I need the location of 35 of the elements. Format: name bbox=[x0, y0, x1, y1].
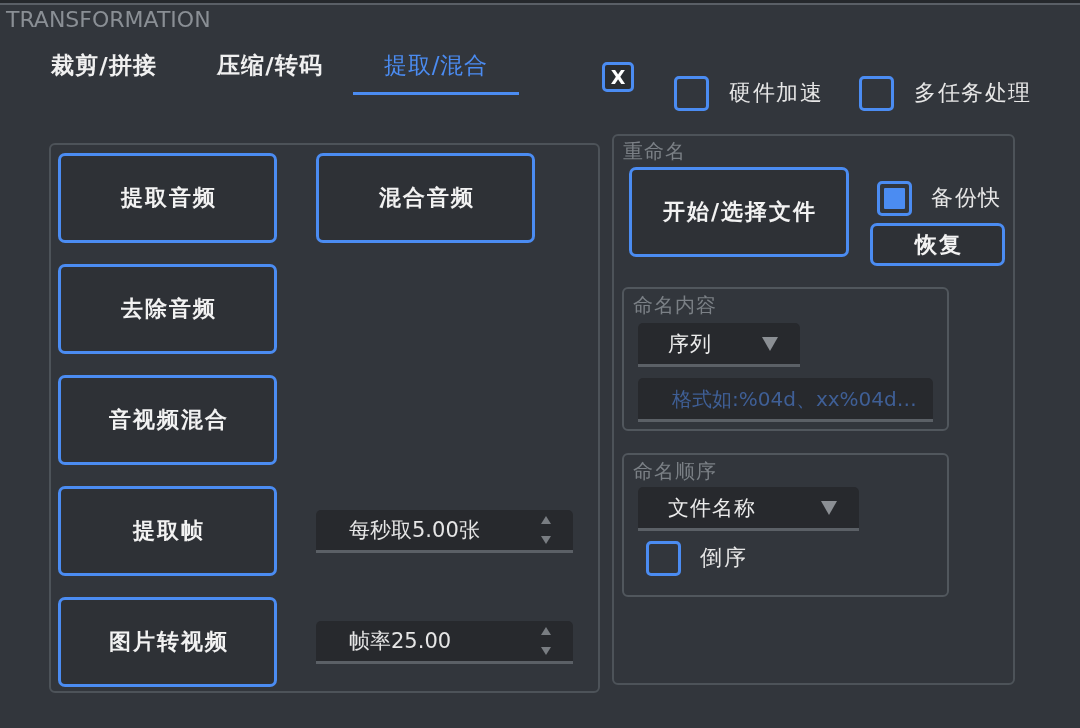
group-title: 命名顺序 bbox=[633, 458, 717, 484]
group-title: 重命名 bbox=[623, 138, 686, 164]
action-button[interactable]: 去除音频 bbox=[58, 264, 277, 354]
text-field[interactable]: 格式如:%04d、xx%04d… bbox=[638, 378, 933, 422]
checkbox-label: 备份快 bbox=[931, 185, 1002, 212]
spin-down-icon bbox=[541, 646, 551, 655]
dropdown[interactable]: 文件名称 bbox=[638, 487, 859, 531]
spin-up-icon bbox=[541, 626, 551, 635]
tab[interactable]: 裁剪/拼接 bbox=[21, 45, 187, 95]
dropdown[interactable]: 序列 bbox=[638, 323, 800, 367]
spin-box[interactable]: 帧率25.00 bbox=[316, 620, 573, 664]
checkbox[interactable] bbox=[877, 181, 912, 216]
tab[interactable]: 提取/混合 bbox=[353, 45, 519, 95]
action-button[interactable]: 混合音频 bbox=[316, 153, 535, 243]
group-title: 命名内容 bbox=[633, 292, 717, 318]
checkbox[interactable] bbox=[674, 76, 709, 111]
checkbox[interactable] bbox=[646, 541, 681, 576]
spin-down-icon bbox=[541, 535, 551, 544]
checkbox-label: 多任务处理 bbox=[914, 80, 1032, 107]
start-button[interactable]: 开始/选择文件 bbox=[629, 167, 849, 257]
dropdown-arrow-icon bbox=[762, 336, 778, 351]
tab[interactable]: 压缩/转码 bbox=[187, 45, 353, 95]
spin-up-icon bbox=[541, 515, 551, 524]
action-button[interactable]: 音视频混合 bbox=[58, 375, 277, 465]
checkbox[interactable] bbox=[859, 76, 894, 111]
checkbox-label: 硬件加速 bbox=[729, 80, 823, 107]
restore-button[interactable]: 恢复 bbox=[870, 223, 1005, 266]
spin-box[interactable]: 每秒取5.00张 bbox=[316, 509, 573, 553]
dropdown-arrow-icon bbox=[821, 500, 837, 515]
window-title: TRANSFORMATION bbox=[6, 7, 211, 32]
action-button[interactable]: 图片转视频 bbox=[58, 597, 277, 687]
action-button[interactable]: 提取音频 bbox=[58, 153, 277, 243]
checkbox-label: 倒序 bbox=[700, 545, 747, 572]
close-button[interactable]: X bbox=[602, 62, 634, 92]
action-button[interactable]: 提取帧 bbox=[58, 486, 277, 576]
